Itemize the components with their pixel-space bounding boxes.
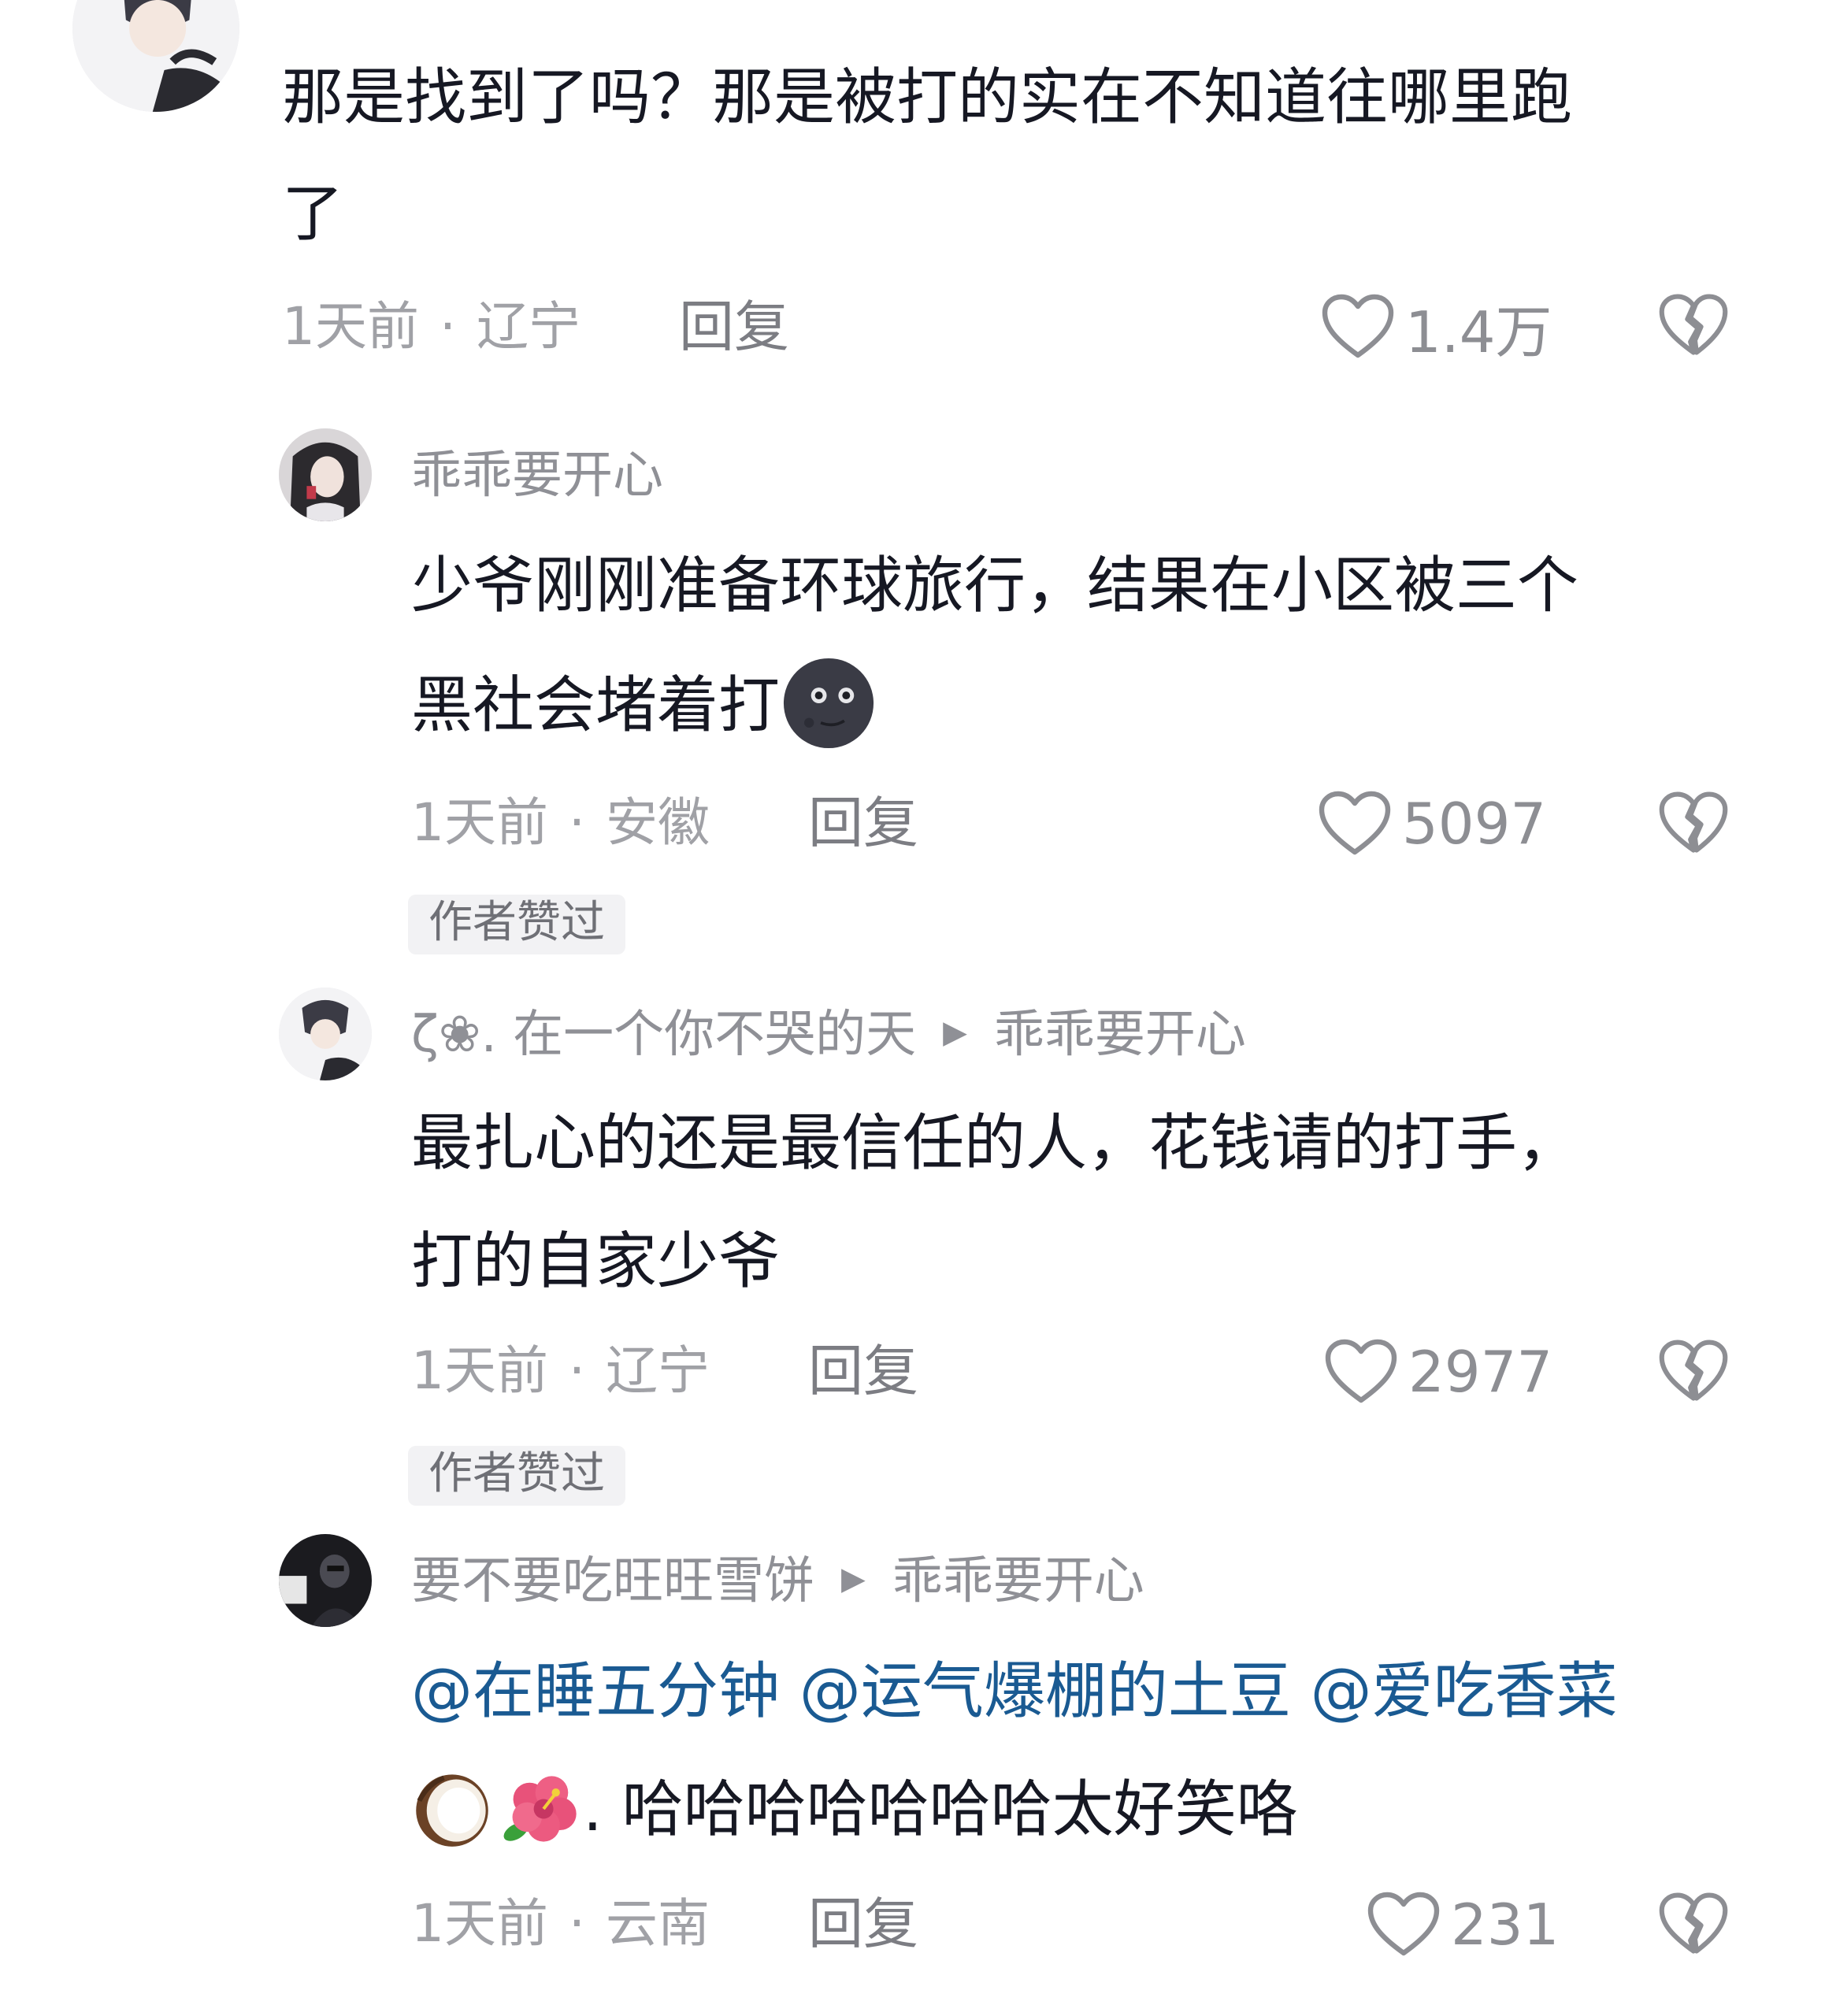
comment-text: 那是找到了吗？那是被打的实在不知道往哪里跑 xyxy=(282,62,1573,133)
comment-time: 1天前 xyxy=(411,792,548,853)
mention-link[interactable]: @运气爆棚的土豆 xyxy=(799,1656,1291,1727)
heart-icon xyxy=(1367,1892,1440,1956)
comment-text-cont: 了 xyxy=(282,179,344,250)
reply-to-username[interactable]: 乖乖要开心 xyxy=(994,1006,1246,1064)
avatar-image xyxy=(72,0,239,112)
avatar-image xyxy=(279,428,372,521)
dislike-button[interactable] xyxy=(1657,1888,1730,1959)
author-liked-tag: 作者赞过 xyxy=(408,895,625,954)
comment-location: 安徽 xyxy=(605,792,710,853)
dislike-button[interactable] xyxy=(1657,1336,1730,1406)
mention-link[interactable]: @在睡五分钟 xyxy=(411,1656,780,1727)
mention-link[interactable]: @爱吃香菜 xyxy=(1311,1656,1618,1727)
dislike-button[interactable] xyxy=(1657,290,1730,361)
like-button[interactable]: 2977 xyxy=(1323,1332,1552,1411)
heart-icon xyxy=(1325,1339,1397,1403)
reply-button[interactable]: 回复 xyxy=(679,299,789,354)
reply-to-username[interactable]: 乖乖要开心 xyxy=(892,1552,1144,1610)
avatar[interactable] xyxy=(279,428,372,521)
comment-meta: 1天前 · 安徽 xyxy=(411,792,710,853)
broken-heart-icon xyxy=(1659,1340,1728,1401)
comment-text-cont: 打的自家少爷 xyxy=(411,1226,781,1297)
comment-text-cont: . 哈哈哈哈哈哈哈太好笑咯 xyxy=(411,1750,1298,1870)
author-liked-tag: 作者赞过 xyxy=(408,1446,625,1506)
like-button[interactable]: 231 xyxy=(1366,1885,1559,1964)
reply-arrow-icon: ▶ xyxy=(841,1561,866,1598)
avatar[interactable] xyxy=(279,1534,372,1627)
avatar[interactable] xyxy=(72,0,239,112)
comment-text: 少爷刚刚准备环球旅行，结果在小区被三个 xyxy=(411,550,1579,621)
comment-username[interactable]: ζ❀. 在一个你不哭的天 ▶ 乖乖要开心 xyxy=(411,1010,1246,1060)
avatar-image xyxy=(279,1534,372,1627)
like-count: 2977 xyxy=(1408,1339,1553,1405)
heart-icon xyxy=(1319,791,1391,855)
comment-location: 云南 xyxy=(605,1893,710,1954)
reply-button[interactable]: 回复 xyxy=(808,1343,918,1399)
broken-heart-icon xyxy=(1659,294,1728,355)
heart-icon xyxy=(1322,294,1394,358)
like-count: 1.4万 xyxy=(1405,298,1552,365)
comment-meta: 1天前 · 辽宁 xyxy=(411,1340,710,1401)
coconut-icon xyxy=(411,1768,493,1850)
comment-username[interactable]: 要不要吃旺旺雪饼 ▶ 乖乖要开心 xyxy=(411,1556,1144,1606)
like-button[interactable]: 5097 xyxy=(1317,784,1546,863)
avatar[interactable] xyxy=(279,988,372,1080)
reply-button[interactable]: 回复 xyxy=(808,795,918,850)
comment-meta: 1天前 · 辽宁 xyxy=(282,296,581,357)
reply-arrow-icon: ▶ xyxy=(943,1014,967,1051)
avatar-image xyxy=(279,988,372,1080)
comment-time: 1天前 xyxy=(411,1340,548,1401)
new-moon-face-icon xyxy=(780,654,877,752)
like-count: 231 xyxy=(1451,1892,1560,1958)
broken-heart-icon xyxy=(1659,1892,1728,1954)
comment-thread: 那是找到了吗？那是被打的实在不知道往哪里跑 了 1天前 · 辽宁 回复 1.4万 乖… xyxy=(0,0,1825,2016)
broken-heart-icon xyxy=(1659,791,1728,853)
comment-text-cont: 黑社会堵着打 xyxy=(411,646,877,765)
like-count: 5097 xyxy=(1402,791,1547,857)
hibiscus-icon xyxy=(501,1768,583,1850)
comment-location: 辽宁 xyxy=(605,1340,710,1401)
dislike-button[interactable] xyxy=(1657,788,1730,858)
comment-meta: 1天前 · 云南 xyxy=(411,1893,710,1954)
reply-button[interactable]: 回复 xyxy=(808,1896,918,1951)
like-button[interactable]: 1.4万 xyxy=(1320,287,1552,366)
comment-username[interactable]: 乖乖要开心 xyxy=(411,450,663,501)
comment-text: 最扎心的还是最信任的人，花钱请的打手， xyxy=(411,1108,1579,1179)
comment-time: 1天前 xyxy=(411,1893,548,1954)
comment-time: 1天前 xyxy=(282,296,419,357)
comment-location: 辽宁 xyxy=(476,296,581,357)
comment-text: @在睡五分钟 @运气爆棚的土豆 @爱吃香菜 xyxy=(411,1632,1618,1751)
